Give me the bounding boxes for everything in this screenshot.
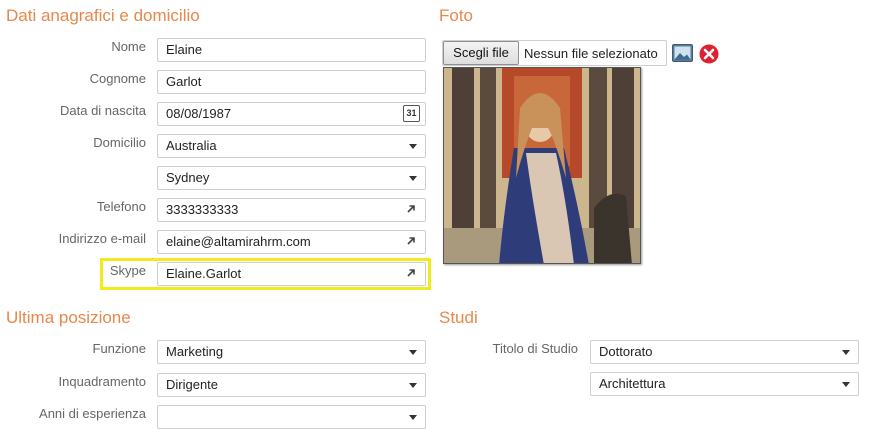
degree-label: Titolo di Studio [492,341,578,356]
phone-value: 3333333333 [166,202,239,217]
surname-label: Cognome [89,71,146,86]
country-value: Australia [166,138,217,153]
phone-input[interactable]: 3333333333 [157,198,426,222]
calendar-icon[interactable]: 31 [403,105,420,122]
degree-value: Dottorato [599,344,653,359]
function-select[interactable]: Marketing [157,340,426,364]
skype-value: Elaine.Garlot [166,266,242,281]
file-status: Nessun file selezionato [524,46,658,61]
level-select[interactable]: Dirigente [157,373,426,397]
skype-label: Skype [109,263,146,278]
choose-file-button[interactable]: Scegli file [443,41,519,65]
experience-label: Anni di esperienza [39,406,146,421]
email-input[interactable]: elaine@altamirahrm.com [157,230,426,254]
section-title-personal: Dati anagrafici e domicilio [6,6,200,25]
name-label: Nome [111,39,146,54]
delete-icon[interactable] [699,44,719,64]
degree-select[interactable]: Dottorato [590,340,859,364]
surname-input[interactable]: Garlot [157,70,426,94]
section-title-photo: Foto [439,6,474,25]
birth-date-value: 08/08/1987 [166,106,232,121]
study-field-value: Architettura [599,376,666,391]
level-label: Inquadramento [58,374,146,389]
experience-select[interactable] [157,405,426,429]
birth-date-label: Data di nascita [60,103,146,118]
study-field-select[interactable]: Architettura [590,372,859,396]
skype-input[interactable]: Elaine.Garlot [157,262,426,286]
city-select[interactable]: Sydney [157,166,426,190]
external-link-icon[interactable] [406,268,416,278]
email-label: Indirizzo e-mail [58,231,146,246]
name-input[interactable]: Elaine [157,38,426,62]
function-label: Funzione [92,341,146,356]
external-link-icon[interactable] [406,236,416,246]
image-icon[interactable] [672,44,693,62]
country-select[interactable]: Australia [157,134,426,158]
city-value: Sydney [166,170,210,185]
external-link-icon[interactable] [406,204,416,214]
profile-photo-image [444,68,640,263]
section-title-position: Ultima posizione [6,308,131,327]
profile-photo [443,67,641,264]
phone-label: Telefono [96,199,146,214]
level-value: Dirigente [166,377,219,392]
domicile-label: Domicilio [93,135,146,150]
section-title-studies: Studi [439,308,478,327]
birth-date-input[interactable]: 08/08/1987 31 [157,102,426,126]
email-value: elaine@altamirahrm.com [166,234,311,249]
function-value: Marketing [166,344,224,359]
